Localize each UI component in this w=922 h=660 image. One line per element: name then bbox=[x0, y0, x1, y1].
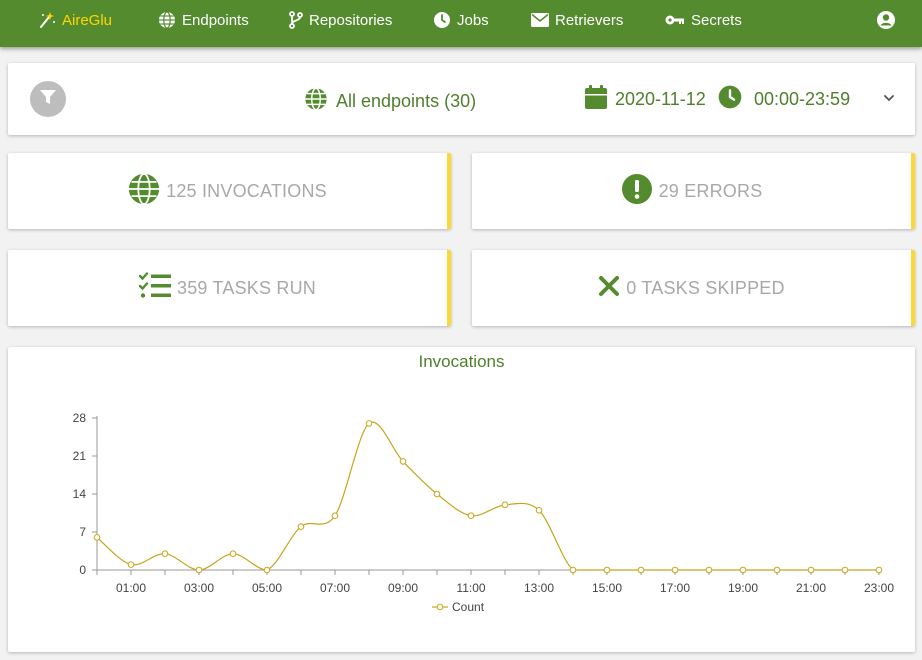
nav-endpoints[interactable]: Endpoints bbox=[158, 0, 249, 40]
data-point bbox=[263, 566, 271, 574]
data-point bbox=[93, 534, 101, 541]
brand-link[interactable]: AireGlu bbox=[38, 0, 112, 40]
nav-secrets[interactable]: Secrets bbox=[665, 0, 742, 40]
legend-marker bbox=[436, 603, 444, 611]
data-point bbox=[739, 566, 747, 574]
x-tick-label: 05:00 bbox=[252, 581, 282, 595]
clock-icon bbox=[433, 11, 451, 29]
branch-icon bbox=[289, 11, 303, 29]
invocations-card[interactable]: 125 INVOCATIONS bbox=[8, 153, 451, 229]
key-icon bbox=[665, 14, 685, 26]
invocations-chart-card: Invocations 0 7 14 21 28 01:00 03:00 05:00 07:00… bbox=[8, 347, 915, 652]
data-point bbox=[161, 550, 169, 558]
clock-icon bbox=[718, 85, 742, 114]
x-tick-label: 17:00 bbox=[660, 581, 690, 595]
x-tick-label: 23:00 bbox=[864, 581, 894, 595]
x-tick-label: 11:00 bbox=[456, 581, 485, 595]
magic-wand-icon bbox=[38, 11, 56, 29]
data-point bbox=[841, 566, 849, 574]
data-point bbox=[331, 512, 339, 520]
tasks-skipped-card[interactable]: 0 TASKS SKIPPED bbox=[472, 250, 915, 326]
x-tick-label: 15:00 bbox=[592, 581, 622, 595]
globe-icon bbox=[128, 172, 160, 210]
date-picker[interactable]: 2020-11-12 bbox=[585, 85, 706, 114]
x-tick-label: 09:00 bbox=[388, 581, 418, 595]
data-point bbox=[399, 458, 407, 465]
nav-jobs-label: Jobs bbox=[457, 11, 489, 29]
tasks-skipped-count: 0 TASKS SKIPPED bbox=[626, 277, 785, 298]
series-line-count bbox=[96, 421, 879, 571]
x-tick-label: 13:00 bbox=[524, 581, 554, 595]
data-point bbox=[773, 566, 781, 574]
data-point bbox=[195, 566, 203, 574]
data-point bbox=[705, 566, 713, 574]
endpoint-selector-label: All endpoints (30) bbox=[336, 91, 477, 111]
data-point bbox=[671, 566, 679, 574]
time-range-picker[interactable]: 00:00-23:59 bbox=[718, 85, 850, 114]
x-tick-label: 03:00 bbox=[184, 581, 214, 595]
envelope-icon bbox=[531, 13, 549, 27]
filter-icon bbox=[39, 88, 57, 111]
x-tick-label: 19:00 bbox=[728, 581, 758, 595]
y-tick-label: 28 bbox=[73, 411, 87, 425]
y-tick-label: 14 bbox=[73, 487, 87, 501]
x-tick-label: 01:00 bbox=[116, 581, 146, 595]
nav-repositories-label: Repositories bbox=[309, 11, 393, 29]
nav-jobs[interactable]: Jobs bbox=[433, 0, 489, 40]
y-tick-label: 7 bbox=[79, 525, 86, 539]
calendar-icon bbox=[585, 85, 607, 114]
data-point bbox=[807, 566, 815, 574]
x-tick-label: 07:00 bbox=[320, 581, 350, 595]
data-point bbox=[501, 501, 509, 509]
data-point bbox=[127, 561, 135, 568]
filter-bar: All endpoints (30) 2020-11-12 00:00-23:5… bbox=[8, 63, 915, 135]
checklist-icon bbox=[138, 271, 171, 305]
nav-secrets-label: Secrets bbox=[691, 11, 742, 29]
brand-name: AireGlu bbox=[62, 11, 113, 29]
chevron-down-icon[interactable] bbox=[882, 91, 896, 110]
y-tick-label: 21 bbox=[73, 449, 87, 463]
endpoint-selector[interactable]: All endpoints (30) bbox=[304, 87, 476, 116]
alert-circle-icon bbox=[621, 173, 653, 210]
time-range-value: 00:00-23:59 bbox=[754, 89, 851, 109]
data-point bbox=[875, 566, 883, 574]
data-point bbox=[603, 566, 611, 574]
close-icon bbox=[598, 275, 620, 302]
data-point bbox=[467, 512, 475, 520]
invocations-chart: 0 7 14 21 28 01:00 03:00 05:00 07:00 09:00 11:00 13… bbox=[73, 411, 895, 614]
data-point bbox=[297, 523, 305, 530]
legend-label: Count bbox=[452, 600, 485, 614]
nav-endpoints-label: Endpoints bbox=[182, 11, 249, 29]
errors-count: 29 ERRORS bbox=[658, 180, 763, 201]
globe-icon bbox=[304, 87, 328, 116]
invocations-count: 125 INVOCATIONS bbox=[166, 180, 327, 201]
y-tick-label: 0 bbox=[79, 563, 86, 577]
nav-repositories[interactable]: Repositories bbox=[289, 0, 392, 40]
nav-retrievers[interactable]: Retrievers bbox=[531, 0, 623, 40]
tasks-run-card[interactable]: 359 TASKS RUN bbox=[8, 250, 451, 326]
date-value: 2020-11-12 bbox=[615, 89, 706, 109]
data-point bbox=[569, 566, 577, 574]
globe-icon bbox=[158, 11, 176, 29]
data-point bbox=[229, 550, 237, 558]
data-point bbox=[637, 566, 645, 574]
data-point bbox=[433, 490, 441, 498]
tasks-run-count: 359 TASKS RUN bbox=[177, 277, 316, 298]
x-tick-label: 21:00 bbox=[796, 581, 826, 595]
errors-card[interactable]: 29 ERRORS bbox=[472, 153, 915, 229]
filter-button[interactable] bbox=[30, 81, 66, 117]
data-point bbox=[535, 506, 543, 514]
data-point bbox=[365, 420, 373, 427]
account-circle-icon[interactable] bbox=[876, 10, 896, 30]
nav-retrievers-label: Retrievers bbox=[555, 11, 624, 29]
top-nav-bar: AireGlu Endpoints Repositories Jobs Retr… bbox=[0, 0, 922, 47]
